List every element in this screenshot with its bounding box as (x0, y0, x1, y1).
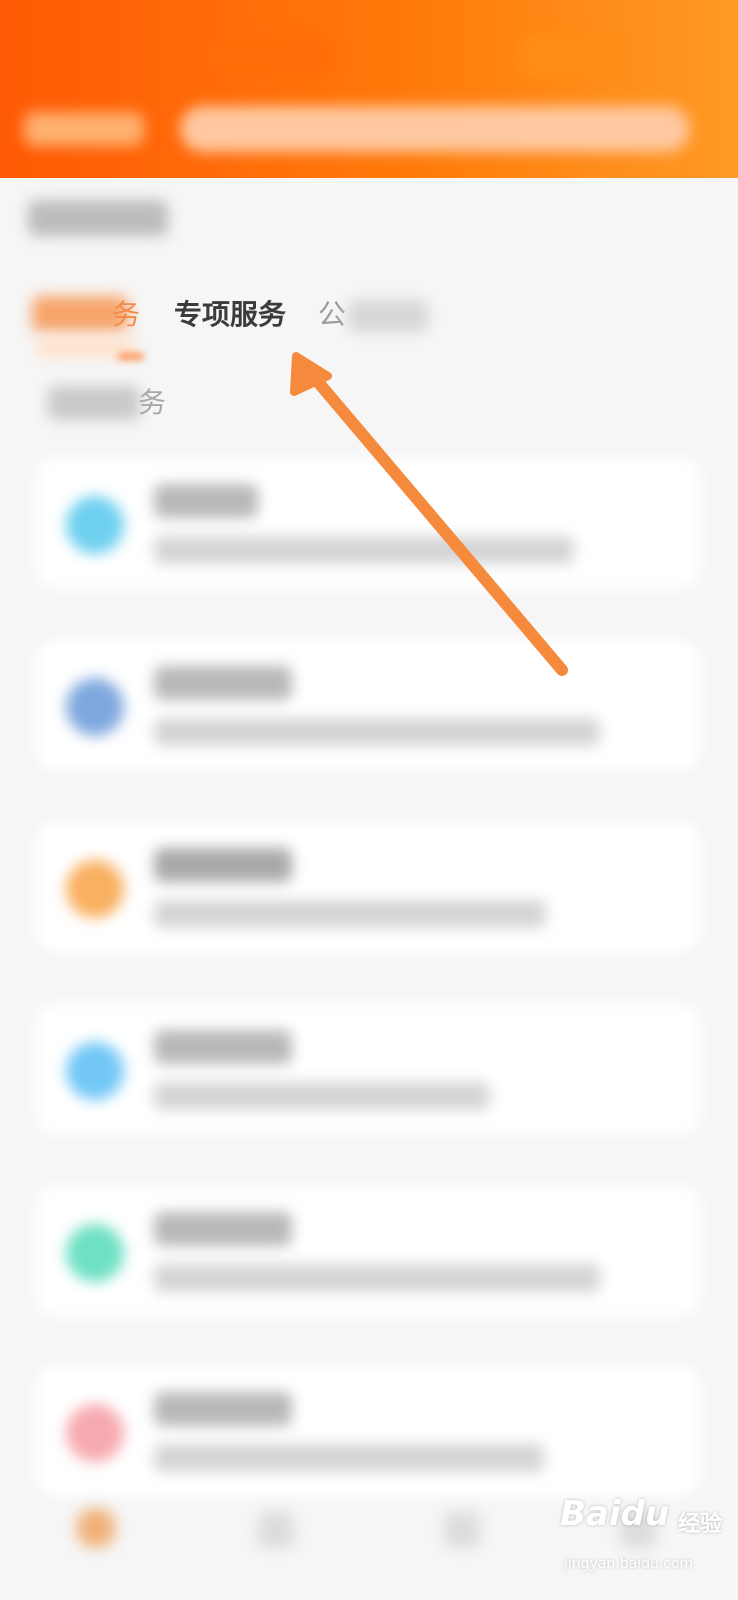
watermark-brand-suffix: 经验 (678, 1512, 723, 1537)
watermark-logo: Baidu (560, 1494, 670, 1534)
watermark-url: jingyan.baidu.com (564, 1556, 694, 1572)
annotation-arrow (290, 352, 568, 676)
baidu-jingyan-watermark: Baidu 经验 jingyan.baidu.com (560, 1494, 730, 1594)
arrow-shaft (312, 376, 568, 676)
